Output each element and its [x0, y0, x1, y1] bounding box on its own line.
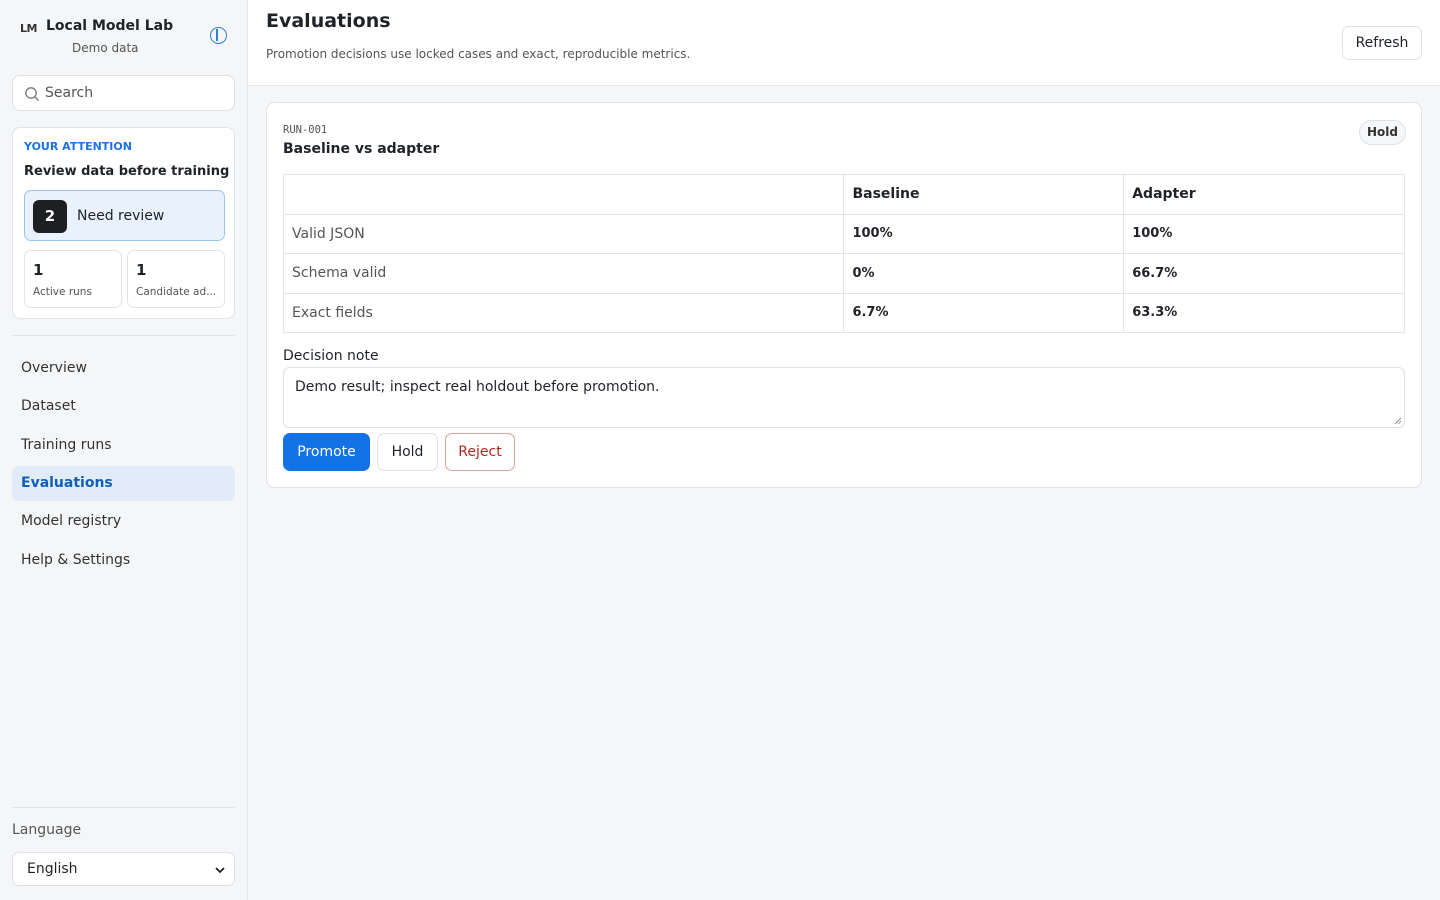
- attention-eyebrow: YOUR ATTENTION: [24, 140, 132, 153]
- run-title: Baseline vs adapter: [283, 141, 440, 157]
- chevron-down-icon: [215, 867, 225, 874]
- baseline-value: 6.7%: [843, 292, 1125, 333]
- decision-note-value: Demo result; inspect real holdout before…: [295, 379, 660, 395]
- sidebar: LM Local Model Lab Demo data YOUR ATTENT…: [0, 0, 248, 900]
- brand: LM Local Model Lab Demo data: [20, 16, 236, 60]
- column-header-baseline: Baseline: [843, 174, 1125, 215]
- table-row: Schema valid 0% 66.7%: [282, 253, 1405, 294]
- evaluation-card: RUN-001 Baseline vs adapter Hold Baselin…: [266, 102, 1422, 488]
- baseline-value: 0%: [843, 253, 1125, 294]
- search-input[interactable]: [45, 76, 230, 110]
- active-runs-tile[interactable]: 1 Active runs: [24, 250, 122, 308]
- metrics-table: Baseline Adapter Valid JSON 100% 100% Sc…: [282, 174, 1405, 333]
- app-subtitle: Demo data: [72, 41, 139, 55]
- sidebar-item-model-registry[interactable]: Model registry: [12, 504, 235, 539]
- stat-value: 1: [136, 261, 147, 279]
- search-icon: [25, 87, 39, 101]
- stat-label: Candidate ad...: [136, 286, 217, 298]
- language-label: Language: [12, 822, 82, 838]
- review-count-badge: 2: [33, 200, 67, 233]
- sidebar-item-help-settings[interactable]: Help & Settings: [12, 543, 235, 578]
- sidebar-item-dataset[interactable]: Dataset: [12, 389, 235, 424]
- language-value: English: [27, 861, 78, 877]
- candidate-adapters-tile[interactable]: 1 Candidate ad...: [127, 250, 225, 308]
- page-title: Evaluations: [266, 10, 391, 32]
- sidebar-divider: [12, 807, 235, 808]
- hold-button[interactable]: Hold: [377, 433, 438, 471]
- column-header-adapter: Adapter: [1123, 174, 1405, 215]
- table-row: Exact fields 6.7% 63.3%: [282, 292, 1405, 333]
- sidebar-divider: [12, 335, 235, 336]
- run-id: RUN-001: [283, 124, 328, 136]
- sidebar-item-overview[interactable]: Overview: [12, 351, 235, 386]
- promote-button[interactable]: Promote: [283, 433, 370, 471]
- sidebar-toggle-icon[interactable]: [210, 27, 227, 44]
- attention-card: YOUR ATTENTION Review data before traini…: [12, 127, 235, 319]
- adapter-value: 66.7%: [1123, 253, 1405, 294]
- status-badge: Hold: [1359, 120, 1406, 145]
- stat-value: 1: [33, 261, 44, 279]
- decision-note-field[interactable]: Demo result; inspect real holdout before…: [283, 367, 1405, 428]
- sidebar-item-training-runs[interactable]: Training runs: [12, 428, 235, 463]
- metric-name: Schema valid: [282, 253, 845, 294]
- need-review-tile[interactable]: 2 Need review: [24, 190, 225, 241]
- app-name: Local Model Lab: [46, 18, 174, 34]
- table-header-row: Baseline Adapter: [282, 174, 1405, 215]
- page-subtitle: Promotion decisions use locked cases and…: [266, 47, 691, 61]
- baseline-value: 100%: [843, 213, 1125, 254]
- app-logo: LM: [20, 22, 37, 35]
- table-row: Valid JSON 100% 100%: [282, 213, 1405, 254]
- decision-note-label: Decision note: [283, 348, 379, 364]
- metric-name: Exact fields: [282, 292, 845, 333]
- language-select[interactable]: English: [12, 852, 235, 886]
- adapter-value: 100%: [1123, 213, 1405, 254]
- metric-name: Valid JSON: [282, 213, 845, 254]
- refresh-button[interactable]: Refresh: [1342, 26, 1422, 60]
- sidebar-item-evaluations[interactable]: Evaluations: [12, 466, 235, 501]
- column-header: [282, 174, 845, 215]
- review-label: Need review: [77, 208, 165, 224]
- adapter-value: 63.3%: [1123, 292, 1405, 333]
- search-box[interactable]: [12, 75, 235, 111]
- resize-grip-icon[interactable]: [1394, 417, 1402, 425]
- stat-label: Active runs: [33, 286, 92, 298]
- page-header: Evaluations Promotion decisions use lock…: [248, 0, 1440, 86]
- reject-button[interactable]: Reject: [445, 433, 515, 471]
- attention-title: Review data before training: [24, 164, 230, 179]
